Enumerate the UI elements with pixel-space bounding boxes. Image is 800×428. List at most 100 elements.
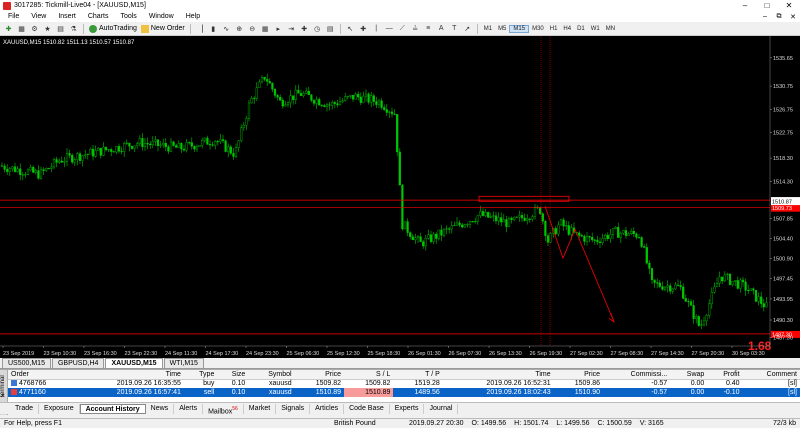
autotrading-button[interactable]: AutoTrading	[87, 23, 139, 34]
timeframe-m1[interactable]: M1	[481, 26, 495, 32]
candle-body	[357, 93, 360, 98]
chart-shift-icon[interactable]: ⇥	[286, 23, 297, 34]
close-icon[interactable]: ✕	[778, 1, 800, 10]
zoom-out-icon[interactable]: ⊖	[247, 23, 258, 34]
table-row[interactable]: 4768766 2019.09.26 16:35:55 buy 0.10 xau…	[8, 379, 800, 388]
menu-view[interactable]: View	[25, 13, 52, 20]
candle-body	[47, 168, 50, 170]
candle-body	[136, 143, 139, 146]
tab-journal[interactable]: Journal	[424, 403, 459, 414]
tab-articles[interactable]: Articles	[310, 403, 345, 414]
terminal-icon[interactable]: ▤	[55, 23, 66, 34]
candle-body	[182, 148, 186, 151]
menu-help[interactable]: Help	[180, 13, 206, 20]
col-symbol[interactable]: Symbol	[248, 370, 295, 380]
candle-body	[414, 237, 417, 241]
indicators-icon[interactable]: ✚	[299, 23, 310, 34]
cursor-icon[interactable]: ↖	[345, 23, 356, 34]
tab-market[interactable]: Market	[244, 403, 277, 414]
col-tp[interactable]: T / P	[393, 370, 443, 380]
templates-icon[interactable]: ▤	[325, 23, 336, 34]
tester-icon[interactable]: ⚗	[68, 23, 79, 34]
bar-chart-icon[interactable]: ▕	[195, 23, 206, 34]
table-row-selected[interactable]: 4771160 2019.09.26 16:57:41 sell 0.10 xa…	[8, 388, 800, 397]
col-profit[interactable]: Profit	[707, 370, 743, 380]
minimize-icon[interactable]: –	[734, 1, 756, 10]
col-comment[interactable]: Comment	[742, 370, 800, 380]
chart-canvas[interactable]: XAUUSD,M15 1510.82 1511.13 1510.57 1510.…	[0, 36, 800, 358]
timeframe-h1[interactable]: H1	[547, 26, 561, 32]
menu-insert[interactable]: Insert	[52, 13, 82, 20]
chart-tab-gbpusd[interactable]: GBPUSD,H4	[51, 358, 105, 368]
tab-alerts[interactable]: Alerts	[174, 403, 204, 414]
new-chart-icon[interactable]: ✚	[3, 23, 14, 34]
vertical-line-icon[interactable]: |	[371, 23, 382, 34]
tab-news[interactable]: News	[146, 403, 175, 414]
market-watch-icon[interactable]: ⚙	[29, 23, 40, 34]
menu-file[interactable]: File	[2, 13, 25, 20]
candlestick-icon[interactable]: ▮	[208, 23, 219, 34]
new-order-button[interactable]: New Order	[139, 23, 187, 34]
timeframe-m15[interactable]: M15	[509, 24, 530, 33]
candle-body	[370, 95, 373, 103]
text-icon[interactable]: A	[436, 23, 447, 34]
timeframe-h4[interactable]: H4	[560, 26, 574, 32]
horizontal-line-icon[interactable]: —	[384, 23, 395, 34]
col-sl[interactable]: S / L	[344, 370, 394, 380]
col-order[interactable]: Order	[8, 370, 74, 380]
tab-signals[interactable]: Signals	[276, 403, 311, 414]
status-profile[interactable]: British Pound	[330, 420, 405, 427]
chart-tab-xauusd[interactable]: XAUUSD,M15	[105, 358, 163, 368]
navigator-icon[interactable]: ★	[42, 23, 53, 34]
timeframe-m5[interactable]: M5	[495, 26, 509, 32]
arrows-icon[interactable]: ↗	[462, 23, 473, 34]
candle-body	[45, 168, 48, 171]
candle-body	[159, 144, 162, 146]
tab-mailbox[interactable]: Mailbox56	[203, 403, 244, 415]
timeframe-d1[interactable]: D1	[574, 26, 588, 32]
menu-tools[interactable]: Tools	[114, 13, 142, 20]
crosshair-icon[interactable]: ✚	[358, 23, 369, 34]
child-minimize-icon[interactable]: –	[758, 13, 772, 21]
col-close-price[interactable]: Price	[553, 370, 604, 380]
timeframe-m30[interactable]: M30	[529, 26, 547, 32]
candle-body	[162, 143, 165, 146]
price-scale[interactable]: 1535.65 1530.75 1526.75 1522.75 1518.30 1514.…	[769, 36, 800, 346]
col-swap[interactable]: Swap	[670, 370, 708, 380]
price-label: 1487.30	[773, 335, 793, 341]
tab-code-base[interactable]: Code Base	[344, 403, 390, 414]
tile-windows-icon[interactable]: ▦	[260, 23, 271, 34]
col-type[interactable]: Type	[183, 370, 218, 380]
candle-body	[752, 288, 755, 291]
child-restore-icon[interactable]: ⧉	[772, 13, 786, 21]
chart-tab-us500[interactable]: US500,M15	[2, 358, 51, 368]
candle-body	[492, 215, 495, 217]
chart-tab-wti[interactable]: WTI,M15	[163, 358, 204, 368]
child-close-icon[interactable]: ✕	[786, 13, 800, 21]
maximize-icon[interactable]: □	[756, 1, 778, 10]
time-scale[interactable]: 23 Sep 2019 23 Sep 10:30 23 Sep 16:30 23 Se…	[0, 345, 770, 357]
timeframe-w1[interactable]: W1	[588, 26, 603, 32]
menu-window[interactable]: Window	[143, 13, 180, 20]
fibonacci-icon[interactable]: ≡	[423, 23, 434, 34]
tab-exposure[interactable]: Exposure	[39, 403, 80, 414]
line-chart-icon[interactable]: ∿	[221, 23, 232, 34]
col-time[interactable]: Time	[73, 370, 184, 380]
zoom-in-icon[interactable]: ⊕	[234, 23, 245, 34]
col-size[interactable]: Size	[217, 370, 249, 380]
channel-icon[interactable]: ≟	[410, 23, 421, 34]
price-chart[interactable]: XAUUSD,M15 1510.82 1511.13 1510.57 1510.…	[0, 36, 800, 358]
auto-scroll-icon[interactable]: ▸	[273, 23, 284, 34]
tab-account-history[interactable]: Account History	[79, 403, 146, 414]
col-commission[interactable]: Commissi...	[603, 370, 671, 380]
menu-charts[interactable]: Charts	[82, 13, 115, 20]
tab-trade[interactable]: Trade	[10, 403, 40, 414]
col-price[interactable]: Price	[294, 370, 345, 380]
label-icon[interactable]: T	[449, 23, 460, 34]
trendline-icon[interactable]: ⟋	[397, 23, 408, 34]
col-close-time[interactable]: Time	[442, 370, 554, 380]
tab-experts[interactable]: Experts	[390, 403, 425, 414]
periods-icon[interactable]: ◷	[312, 23, 323, 34]
timeframe-mn[interactable]: MN	[603, 26, 618, 32]
profiles-icon[interactable]: ▦	[16, 23, 27, 34]
